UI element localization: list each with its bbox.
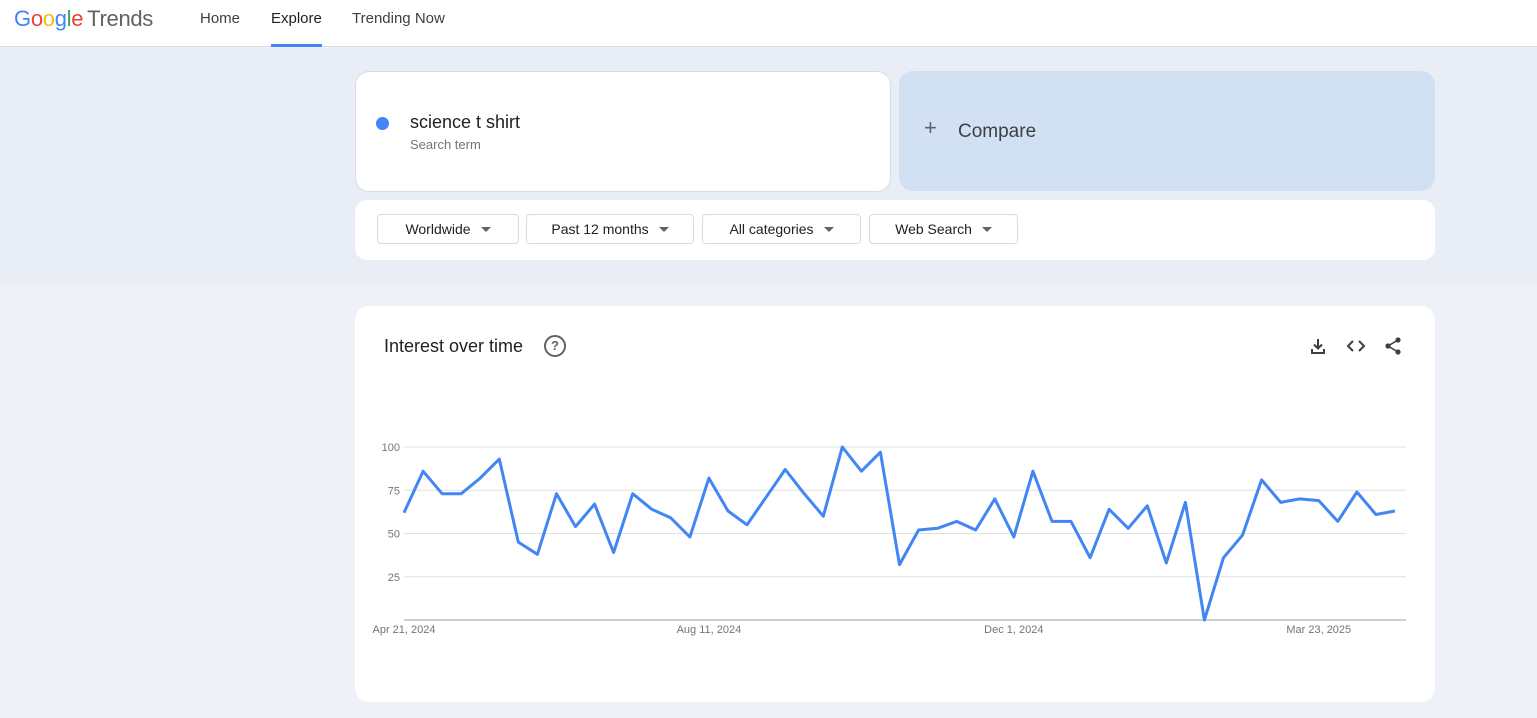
data-point	[1088, 556, 1092, 560]
data-point	[650, 507, 654, 511]
data-point	[821, 514, 825, 518]
data-point	[974, 528, 978, 532]
data-point	[783, 467, 787, 471]
data-point	[764, 495, 768, 499]
data-point	[993, 497, 997, 501]
data-point	[802, 492, 806, 496]
data-point	[1012, 535, 1016, 539]
logo-letter: g	[54, 6, 67, 31]
filter-time-label: Past 12 months	[551, 221, 649, 237]
data-point	[917, 528, 921, 532]
data-point	[1183, 500, 1187, 504]
data-point	[459, 492, 463, 496]
filter-region-label: Worldwide	[405, 221, 471, 237]
data-point	[1107, 507, 1111, 511]
data-point	[1126, 526, 1130, 530]
caret-down-icon	[981, 226, 992, 232]
data-point	[669, 516, 673, 520]
nav-explore[interactable]: Explore	[271, 0, 322, 47]
logo-letter: o	[42, 6, 55, 31]
caret-down-icon	[480, 226, 491, 232]
filter-category[interactable]: All categories	[702, 214, 861, 244]
google-trends-logo[interactable]: Google Trends	[14, 6, 153, 32]
data-point	[898, 563, 902, 567]
data-point	[574, 525, 578, 529]
interest-over-time-card: Interest over time ? 25 50 75 100 Apr 21, 20…	[355, 306, 1435, 702]
data-point	[1260, 478, 1264, 482]
data-point	[859, 469, 863, 473]
logo-letter: o	[30, 6, 43, 31]
interest-line-chart: 25 50 75 100 Apr 21, 2024 Aug 11, 2024 Dec 1, …	[373, 442, 1406, 636]
data-point	[1393, 509, 1397, 513]
data-point	[631, 492, 635, 496]
data-point	[1336, 519, 1340, 523]
term-color-dot	[376, 117, 389, 130]
data-point	[1374, 512, 1378, 516]
data-point	[1221, 556, 1225, 560]
y-tick-label: 75	[388, 485, 400, 497]
data-point	[535, 552, 539, 556]
data-point	[593, 502, 597, 506]
y-tick-label: 100	[382, 442, 400, 454]
google-wordmark: Google	[14, 6, 83, 31]
data-point	[516, 540, 520, 544]
data-point	[878, 450, 882, 454]
data-point	[1069, 519, 1073, 523]
logo-letter: G	[14, 6, 31, 31]
data-point	[612, 551, 616, 555]
data-point	[1355, 490, 1359, 494]
nav-trending-now[interactable]: Trending Now	[352, 0, 445, 47]
data-point	[1031, 469, 1035, 473]
data-point	[554, 492, 558, 496]
data-point	[1202, 618, 1206, 622]
search-term-text[interactable]: science t shirt	[410, 112, 520, 133]
nav-home[interactable]: Home	[200, 0, 240, 47]
y-tick-label: 25	[388, 572, 400, 584]
search-term-sublabel: Search term	[410, 137, 481, 152]
caret-down-icon	[823, 226, 834, 232]
data-point	[688, 535, 692, 539]
x-tick-label: Aug 11, 2024	[677, 624, 742, 636]
data-point	[478, 476, 482, 480]
compare-button[interactable]: + Compare	[899, 71, 1435, 191]
data-point	[1145, 504, 1149, 508]
data-point	[402, 511, 406, 515]
filter-search-type[interactable]: Web Search	[869, 214, 1018, 244]
logo-letter: e	[71, 6, 84, 31]
data-point	[1164, 561, 1168, 565]
data-point	[1279, 500, 1283, 504]
search-term-card[interactable]: science t shirt Search term	[355, 71, 891, 192]
filter-bar: Worldwide Past 12 months All categories …	[355, 200, 1435, 260]
plus-icon: +	[924, 115, 937, 140]
top-bar: Google Trends Home Explore Trending Now	[0, 0, 1537, 47]
data-point	[1298, 497, 1302, 501]
filter-time-range[interactable]: Past 12 months	[526, 214, 694, 244]
compare-label: Compare	[958, 121, 1037, 142]
logo-trends-text: Trends	[87, 6, 154, 31]
filter-category-label: All categories	[729, 221, 814, 237]
data-point	[707, 476, 711, 480]
data-point	[1050, 519, 1054, 523]
data-point	[421, 469, 425, 473]
data-point	[936, 526, 940, 530]
data-point	[440, 492, 444, 496]
data-point	[745, 523, 749, 527]
x-tick-label: Apr 21, 2024	[373, 624, 436, 636]
data-point	[1317, 499, 1321, 503]
data-point	[497, 457, 501, 461]
x-tick-label: Mar 23, 2025	[1286, 624, 1351, 636]
caret-down-icon	[658, 226, 669, 232]
data-point	[726, 509, 730, 513]
filter-region[interactable]: Worldwide	[377, 214, 519, 244]
data-point	[1241, 533, 1245, 537]
y-tick-label: 50	[388, 529, 400, 541]
data-point	[955, 519, 959, 523]
x-tick-label: Dec 1, 2024	[984, 624, 1043, 636]
filter-search-type-label: Web Search	[895, 221, 972, 237]
data-point	[840, 445, 844, 449]
